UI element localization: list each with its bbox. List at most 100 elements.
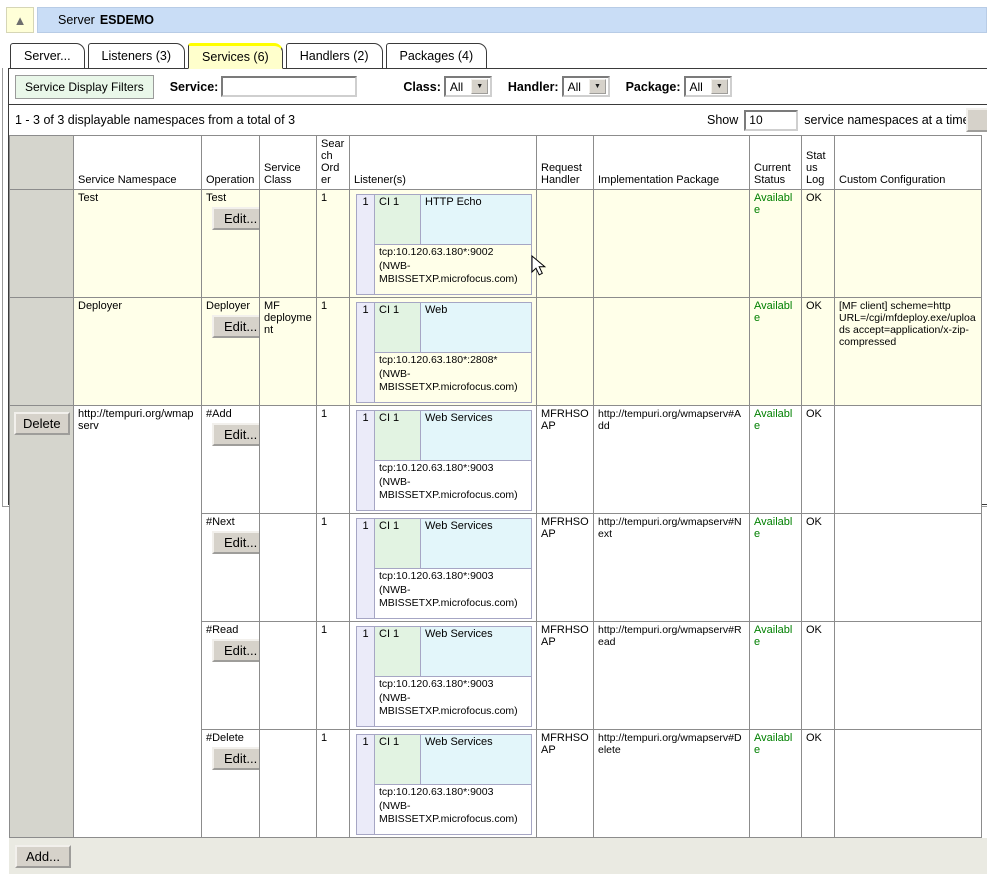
service-namespace-cell: http://tempuri.org/wmapserv: [74, 406, 202, 838]
tab-packages[interactable]: Packages (4): [386, 43, 488, 69]
namespace-count-summary: 1 - 3 of 3 displayable namespaces from a…: [15, 113, 295, 127]
search-order-cell: 1: [317, 730, 350, 838]
operation-cell: #ReadEdit...: [202, 622, 260, 730]
listener-name: Web Services: [421, 627, 532, 677]
service-class-cell: [260, 622, 317, 730]
listener-name: Web: [421, 303, 532, 353]
operation-cell: #AddEdit...: [202, 406, 260, 514]
listener-box-address-row: tcp:10.120.63.180*:9003(NWB-MBISSETXP.mi…: [357, 569, 532, 619]
col-header-custom-configuration: Custom Configuration: [835, 136, 982, 190]
class-filter-value: All: [450, 80, 463, 94]
service-namespace-cell: Test: [74, 190, 202, 298]
tab-listeners[interactable]: Listeners (3): [88, 43, 185, 69]
col-header-search-order: Search Order: [317, 136, 350, 190]
refresh-button-cutoff[interactable]: [966, 108, 987, 132]
listener-box-header-row: 1CI 1HTTP Echo: [357, 195, 532, 245]
operation-name: #Next: [206, 516, 255, 528]
listener-endpoint-address: tcp:10.120.63.180*:2808*: [379, 354, 527, 368]
service-filter-label: Service:: [170, 80, 219, 94]
listener-endpoint-address: tcp:10.120.63.180*:9002: [379, 246, 527, 260]
service-class-cell: [260, 730, 317, 838]
operation-name: #Delete: [206, 732, 255, 744]
chevron-down-icon[interactable]: ▼: [711, 79, 728, 94]
listener-name: Web Services: [421, 411, 532, 461]
listener-endpoint-address: tcp:10.120.63.180*:9003: [379, 786, 527, 800]
operation-cell: #DeleteEdit...: [202, 730, 260, 838]
operation-name: #Read: [206, 624, 255, 636]
tab-handlers[interactable]: Handlers (2): [286, 43, 383, 69]
request-handler-cell: MFRHSOAP: [537, 730, 594, 838]
delete-button[interactable]: Delete: [14, 412, 70, 435]
search-order-cell: 1: [317, 622, 350, 730]
listener-endpoint: tcp:10.120.63.180*:2808*(NWB-MBISSETXP.m…: [375, 353, 532, 403]
status-log-cell: OK: [802, 298, 835, 406]
listener-endpoint-host: (NWB-MBISSETXP.microfocus.com): [379, 476, 527, 503]
operation-name: Test: [206, 192, 255, 204]
tab-server[interactable]: Server...: [10, 43, 85, 69]
row-actions-cell: [10, 190, 74, 298]
listener-index: 1: [357, 195, 375, 295]
service-filter-input[interactable]: [221, 76, 357, 97]
server-name: ESDEMO: [100, 13, 154, 27]
handler-filter-value: All: [568, 80, 581, 94]
class-filter-select[interactable]: All ▼: [444, 76, 492, 97]
add-button[interactable]: Add...: [15, 845, 71, 868]
listener-cell: 1CI 1Web Servicestcp:10.120.63.180*:9003…: [350, 622, 537, 730]
listener-index: 1: [357, 519, 375, 619]
listener-box-header-row: 1CI 1Web Services: [357, 411, 532, 461]
listener-box-address-row: tcp:10.120.63.180*:9002(NWB-MBISSETXP.mi…: [357, 245, 532, 295]
tab-services[interactable]: Services (6): [188, 43, 283, 69]
listener-conversation: CI 1: [375, 627, 421, 677]
service-class-cell: [260, 514, 317, 622]
show-suffix-label: service namespaces at a time: [804, 113, 969, 127]
operation-name: #Add: [206, 408, 255, 420]
custom-configuration-cell: [835, 622, 982, 730]
listener-box: 1CI 1Web Servicestcp:10.120.63.180*:9003…: [356, 410, 532, 511]
custom-configuration-cell: [835, 406, 982, 514]
listener-index: 1: [357, 735, 375, 835]
collapse-triangle-icon: ▲: [14, 13, 27, 28]
listener-box-header-row: 1CI 1Web: [357, 303, 532, 353]
row-actions-cell: Delete: [10, 406, 74, 838]
col-header-actions: [10, 136, 74, 190]
search-order-cell: 1: [317, 514, 350, 622]
col-header-service-namespace: Service Namespace: [74, 136, 202, 190]
implementation-package-cell: http://tempuri.org/wmapserv#Read: [594, 622, 750, 730]
chevron-down-icon[interactable]: ▼: [471, 79, 488, 94]
operation-name: Deployer: [206, 300, 255, 312]
listener-endpoint: tcp:10.120.63.180*:9003(NWB-MBISSETXP.mi…: [375, 569, 532, 619]
col-header-current-status: Current Status: [750, 136, 802, 190]
listener-endpoint-host: (NWB-MBISSETXP.microfocus.com): [379, 368, 527, 395]
package-filter-select[interactable]: All ▼: [684, 76, 732, 97]
listener-index: 1: [357, 627, 375, 727]
services-table: Service Namespace Operation Service Clas…: [9, 135, 982, 838]
collapse-button[interactable]: ▲: [6, 7, 34, 33]
listener-cell: 1CI 1Web Servicestcp:10.120.63.180*:9003…: [350, 406, 537, 514]
table-footer: Add...: [9, 838, 987, 874]
search-order-cell: 1: [317, 190, 350, 298]
package-filter-label: Package:: [626, 80, 681, 94]
class-filter-label: Class:: [403, 80, 441, 94]
request-handler-cell: MFRHSOAP: [537, 514, 594, 622]
show-count-input[interactable]: [744, 110, 798, 131]
service-display-filters-bar: Service Display Filters Service: Class: …: [9, 69, 987, 105]
listener-cell: 1CI 1HTTP Echotcp:10.120.63.180*:9002(NW…: [350, 190, 537, 298]
chevron-down-icon[interactable]: ▼: [589, 79, 606, 94]
status-log-cell: OK: [802, 730, 835, 838]
implementation-package-cell: http://tempuri.org/wmapserv#Next: [594, 514, 750, 622]
table-header-row: Service Namespace Operation Service Clas…: [10, 136, 982, 190]
listener-box: 1CI 1Web Servicestcp:10.120.63.180*:9003…: [356, 734, 532, 835]
listener-cell: 1CI 1Webtcp:10.120.63.180*:2808*(NWB-MBI…: [350, 298, 537, 406]
status-log-cell: OK: [802, 406, 835, 514]
current-status-cell: Available: [750, 730, 802, 838]
listener-box-address-row: tcp:10.120.63.180*:2808*(NWB-MBISSETXP.m…: [357, 353, 532, 403]
handler-filter-select[interactable]: All ▼: [562, 76, 610, 97]
current-status-cell: Available: [750, 514, 802, 622]
status-log-cell: OK: [802, 622, 835, 730]
listener-endpoint: tcp:10.120.63.180*:9003(NWB-MBISSETXP.mi…: [375, 461, 532, 511]
listener-box-address-row: tcp:10.120.63.180*:9003(NWB-MBISSETXP.mi…: [357, 461, 532, 511]
server-title-prefix: Server: [58, 13, 95, 27]
listener-box-address-row: tcp:10.120.63.180*:9003(NWB-MBISSETXP.mi…: [357, 785, 532, 835]
request-handler-cell: MFRHSOAP: [537, 406, 594, 514]
listener-box-address-row: tcp:10.120.63.180*:9003(NWB-MBISSETXP.mi…: [357, 677, 532, 727]
